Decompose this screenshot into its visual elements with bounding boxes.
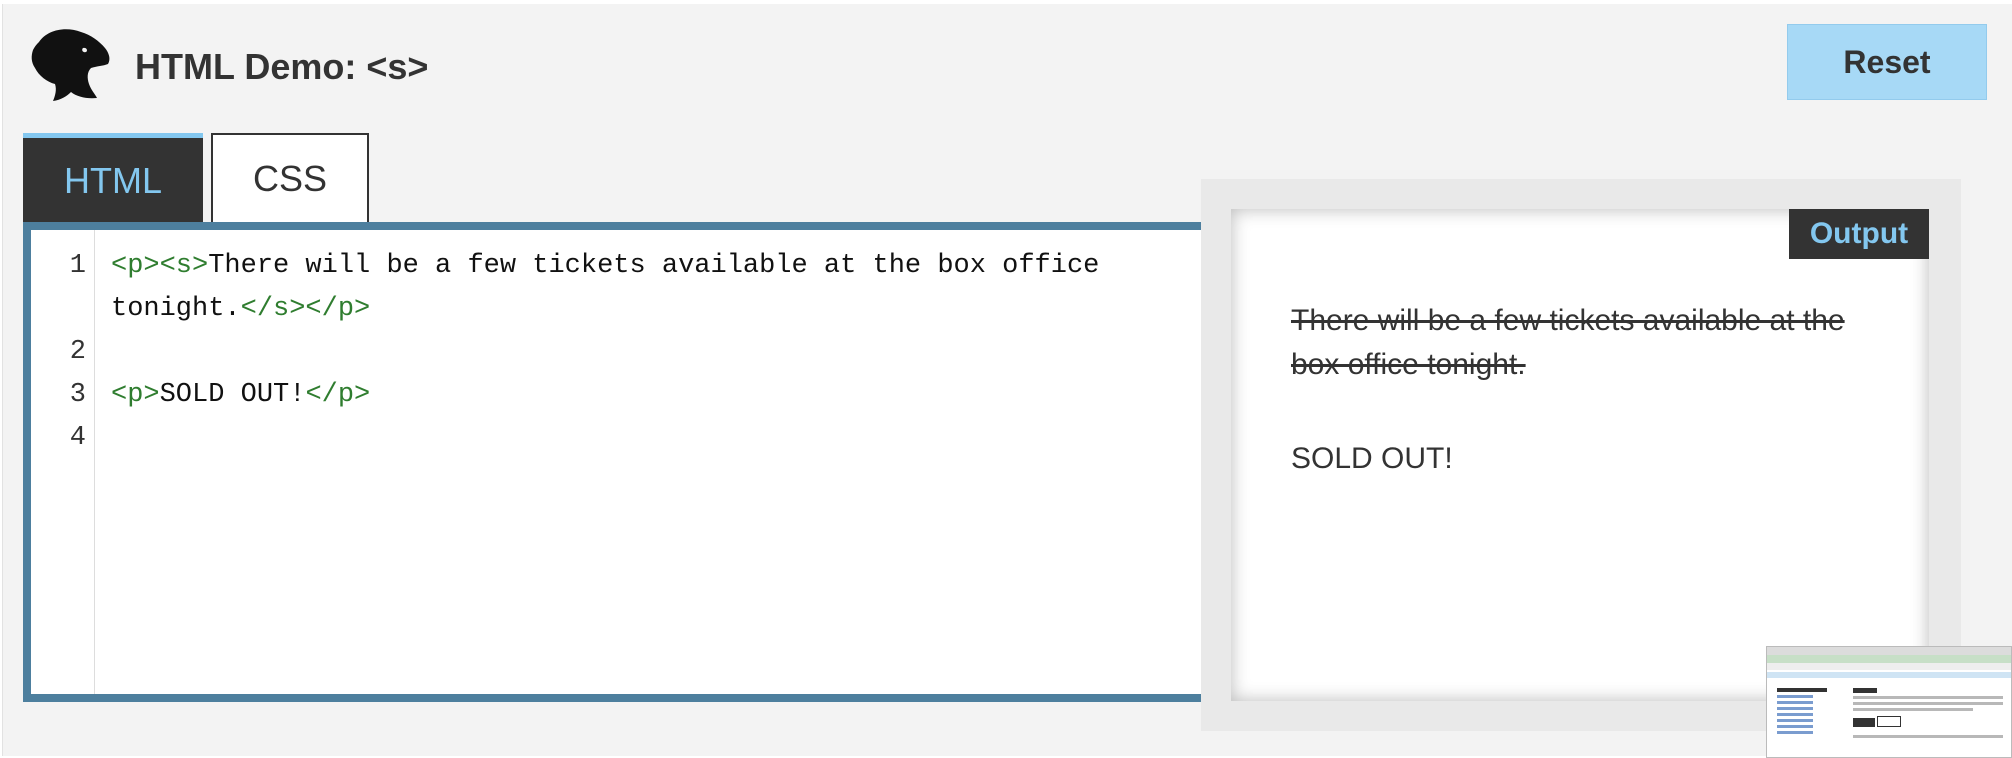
thumbnail-toolbar bbox=[1767, 663, 2011, 670]
line-number-gutter: 1 2 3 4 bbox=[31, 230, 95, 694]
line-number: 3 bbox=[69, 380, 86, 410]
line-number: 1 bbox=[69, 251, 86, 281]
code-tag: <p> bbox=[111, 380, 160, 410]
thumbnail-titlebar bbox=[1767, 647, 2011, 655]
screenshot-thumbnail[interactable] bbox=[1766, 646, 2012, 758]
line-number: 4 bbox=[69, 423, 86, 453]
thumbnail-tabbar bbox=[1767, 655, 2011, 663]
reset-button[interactable]: Reset bbox=[1787, 24, 1987, 100]
code-text: SOLD OUT! bbox=[159, 380, 306, 410]
tab-html[interactable]: HTML bbox=[23, 133, 203, 223]
code-line[interactable]: <p><s>There will be a few tickets availa… bbox=[111, 245, 1099, 288]
code-tag: </s></p> bbox=[240, 294, 371, 324]
code-text: There will be a few tickets available at… bbox=[208, 251, 1100, 281]
line-number: 2 bbox=[69, 337, 86, 367]
code-line[interactable]: <p>SOLD OUT!</p> bbox=[111, 374, 370, 417]
tab-css[interactable]: CSS bbox=[211, 133, 369, 223]
code-line[interactable]: tonight.</s></p> bbox=[111, 288, 370, 331]
code-editor[interactable]: 1 2 3 4 <p><s>There will be a few ticket… bbox=[23, 222, 1203, 702]
output-strikethrough-text: There will be a few tickets available at… bbox=[1291, 304, 1845, 381]
output-sold-out-text: SOLD OUT! bbox=[1291, 442, 1453, 475]
output-box: Output There will be a few tickets avail… bbox=[1231, 209, 1929, 701]
demo-frame: HTML Demo: <s> Reset HTML CSS 1 2 3 4 <p… bbox=[2, 4, 2012, 756]
header: HTML Demo: <s> Reset bbox=[3, 4, 2012, 124]
page-title: HTML Demo: <s> bbox=[135, 46, 429, 87]
thumbnail-banner bbox=[1767, 672, 2011, 678]
output-label: Output bbox=[1789, 209, 1929, 259]
code-text: tonight. bbox=[111, 294, 241, 324]
code-tag: </p> bbox=[305, 380, 371, 410]
thumbnail-content bbox=[1853, 685, 2003, 755]
code-tag: <p><s> bbox=[111, 251, 209, 281]
dinosaur-logo-icon bbox=[31, 29, 110, 102]
thumbnail-sidebar bbox=[1777, 685, 1837, 755]
